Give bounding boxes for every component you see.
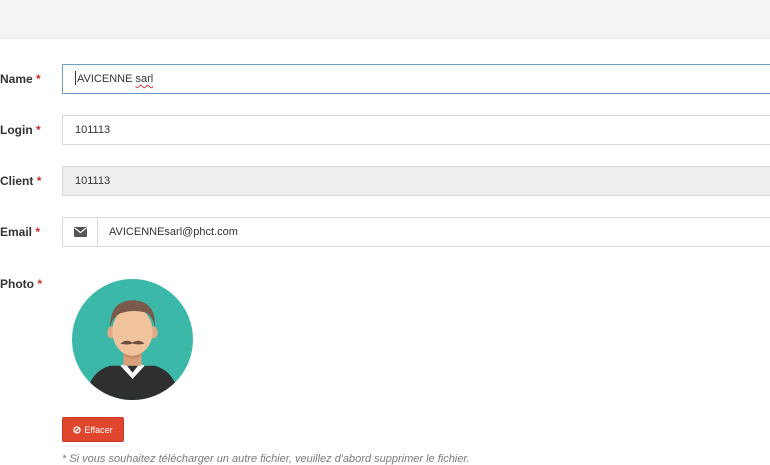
client-input: 101113 xyxy=(62,166,770,196)
help-note: * Si vous souhaitez télécharger un autre… xyxy=(62,453,470,465)
login-label: Login * xyxy=(0,123,41,137)
delete-photo-button[interactable]: Effacer xyxy=(62,417,124,442)
required-marker: * xyxy=(35,225,41,239)
required-marker: * xyxy=(36,123,41,137)
required-marker: * xyxy=(36,174,42,188)
email-label: Email * xyxy=(0,225,41,239)
envelope-icon xyxy=(73,227,87,237)
required-marker: * xyxy=(37,277,43,291)
email-addon xyxy=(63,218,98,246)
required-marker: * xyxy=(36,72,41,86)
name-label: Name * xyxy=(0,72,41,86)
spellcheck-word: sarl xyxy=(135,73,154,85)
photo-label: Photo * xyxy=(0,277,43,291)
name-input[interactable]: AVICENNE sarl xyxy=(62,64,770,94)
login-input[interactable]: 101113 xyxy=(62,115,770,145)
client-label: Client * xyxy=(0,174,42,188)
delete-photo-button-label: Effacer xyxy=(84,424,113,435)
user-avatar-image xyxy=(72,279,193,400)
text-caret xyxy=(75,71,76,86)
email-input[interactable]: AVICENNEsarl@phct.com xyxy=(109,218,238,246)
email-input-group[interactable]: AVICENNEsarl@phct.com xyxy=(62,217,770,247)
ban-icon xyxy=(73,425,81,434)
top-bar xyxy=(0,0,770,39)
